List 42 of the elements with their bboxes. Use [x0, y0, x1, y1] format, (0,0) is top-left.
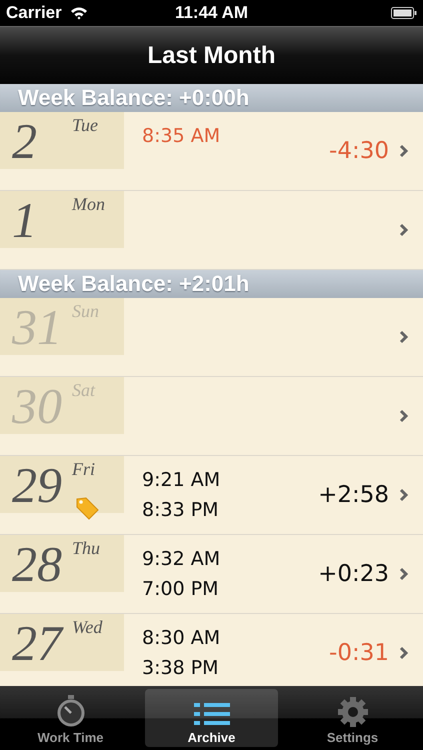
weekday-label: Thu: [72, 538, 100, 559]
chevron-icon: [399, 488, 409, 502]
day-number: 28: [12, 537, 62, 591]
day-row[interactable]: 2 Tue 8:35 AM -4:30: [0, 112, 423, 191]
day-number: 27: [12, 616, 62, 670]
day-number: 2: [12, 114, 37, 168]
balance-value: +2:58: [318, 482, 389, 508]
day-number: 29: [12, 458, 62, 512]
wifi-icon: [70, 6, 88, 20]
clock-time: 9:21 AM: [142, 468, 222, 492]
chevron-icon: [399, 144, 409, 158]
status-time: 11:44 AM: [174, 3, 248, 23]
balance-value: -0:31: [329, 640, 389, 666]
nav-title: Last Month: [148, 42, 276, 70]
tab-button[interactable]: Archive: [145, 689, 278, 747]
balance-value: +0:23: [318, 561, 389, 587]
chevron-icon: [399, 330, 409, 344]
weekday-label: Wed: [72, 617, 102, 638]
section-header: Week Balance: +2:01h: [0, 270, 423, 298]
clock-time: 8:30 AM: [142, 626, 222, 650]
chevron-icon: [399, 646, 409, 660]
chevron-icon: [399, 223, 409, 237]
weekday-label: Fri: [72, 459, 96, 480]
carrier-name: Carrier: [6, 3, 62, 23]
balance-value: -4:30: [329, 138, 389, 164]
clock-time: 3:38 PM: [142, 656, 220, 680]
tab-button[interactable]: Settings: [286, 689, 419, 747]
battery-icon: [391, 7, 417, 19]
day-number: 1: [12, 193, 37, 247]
list-icon: [194, 700, 230, 728]
section-header: Week Balance: +0:00h: [0, 84, 423, 112]
chevron-icon: [399, 409, 409, 423]
gear-icon: [336, 696, 368, 728]
tab-button[interactable]: Work Time: [4, 689, 137, 747]
clock-time: 9:32 AM: [142, 547, 222, 571]
day-row[interactable]: 1 Mon: [0, 191, 423, 270]
chevron-icon: [399, 567, 409, 581]
weekday-label: Mon: [72, 194, 105, 215]
clock-time: 8:35 AM: [142, 124, 222, 148]
clock-time: 8:33 PM: [142, 498, 220, 522]
weekday-label: Tue: [72, 115, 98, 136]
clock-time: 7:00 PM: [142, 577, 220, 601]
